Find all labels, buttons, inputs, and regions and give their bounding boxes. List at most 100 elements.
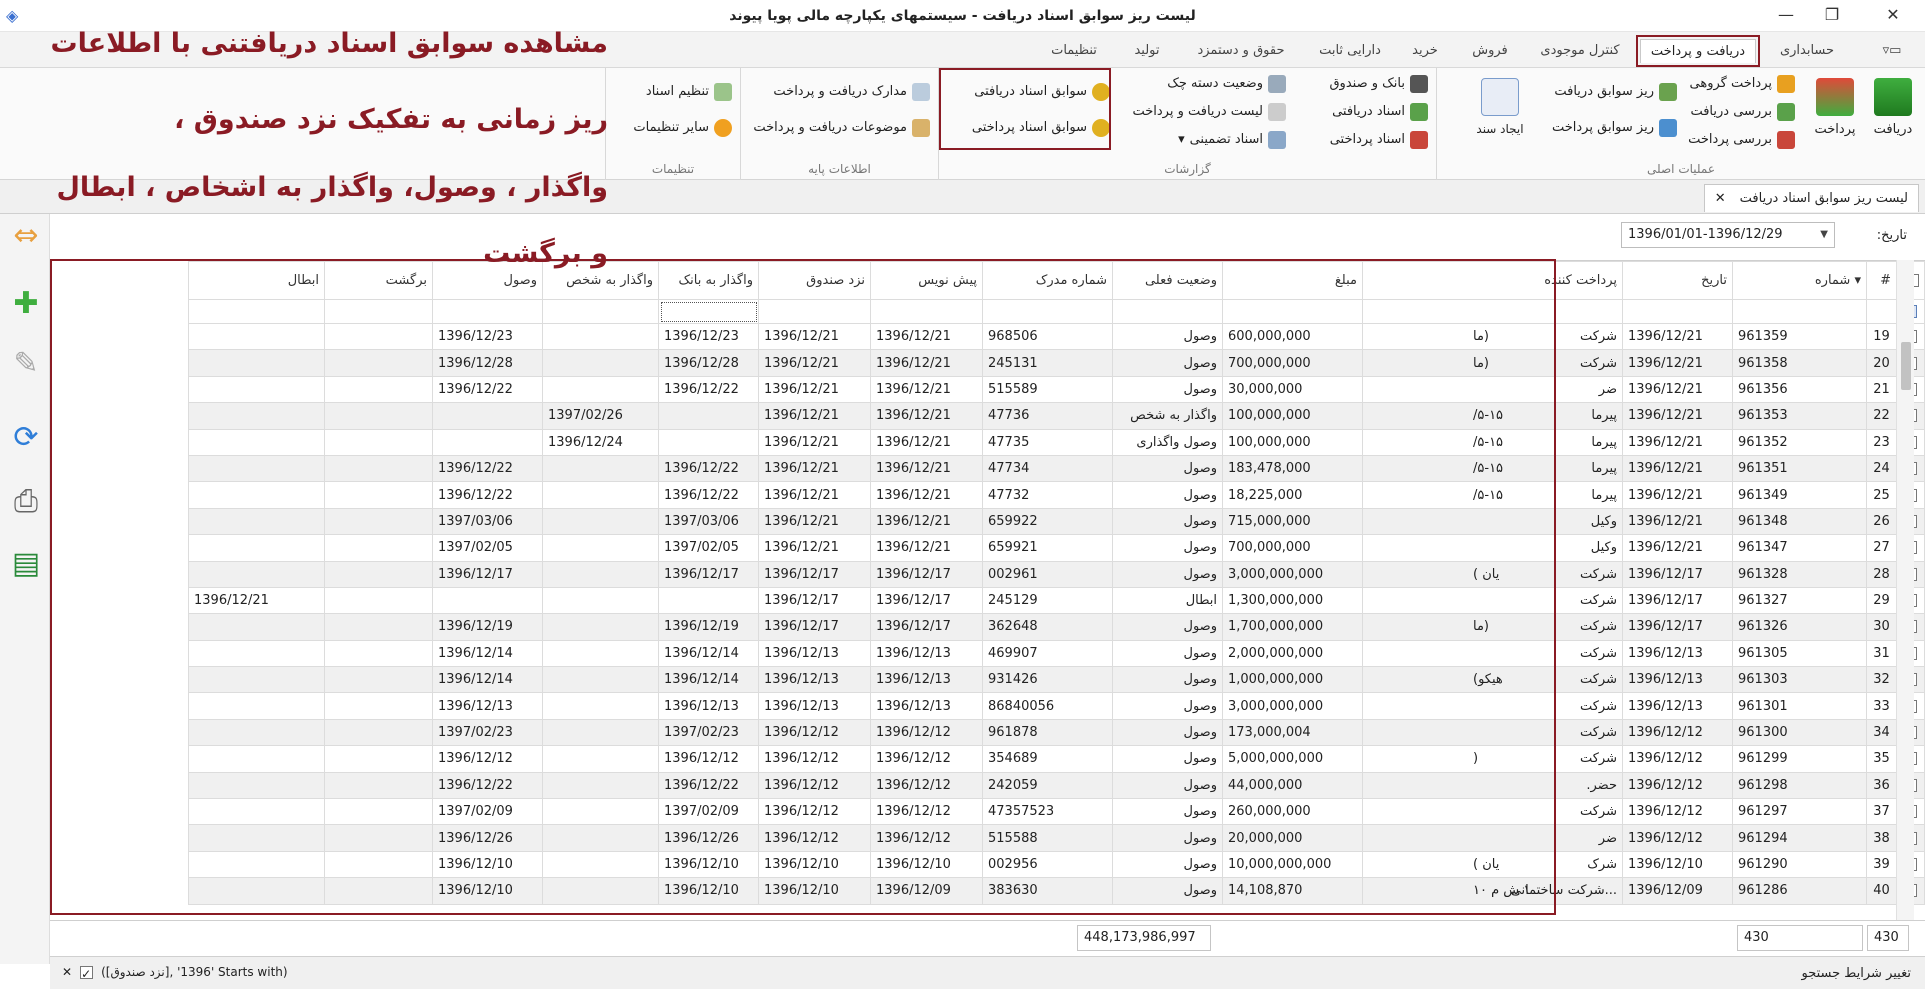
swap-arrows-icon[interactable]: ⇔ [8,218,44,254]
payer-name: شرکت [1579,751,1617,767]
pay-button[interactable]: پرداخت [1809,74,1861,154]
tab-receive-pay[interactable]: دریافت و پرداخت [1636,35,1760,67]
table-row[interactable]: 36 961298 1396/12/12 حضر. 44,000,000 وصول 2420… [188,771,1925,800]
filter-cell[interactable] [870,299,983,324]
table-row[interactable]: 39 961290 1396/12/10 شرک یان ) 10,000,000,000… [188,850,1925,879]
vertical-scrollbar[interactable] [1896,260,1914,920]
paid-docs-button[interactable]: اسناد پرداختی [1330,128,1428,152]
filter-cell[interactable] [1222,299,1363,324]
table-row[interactable]: 22 961353 1396/12/21 پیرما ۵-۱۵/100,000,000 و… [188,402,1925,430]
payer-name: حضر. [1586,777,1617,793]
pay-details-button[interactable]: ریز سوابق پرداخت [1552,116,1677,140]
col-header-amount[interactable]: مبلغ [1222,261,1363,300]
doc-tab[interactable]: لیست ریز سوابق اسناد دریافت ✕ [1703,184,1919,212]
table-row[interactable]: 29 961327 1396/12/17 شرکت 1,300,000,000 ابطال… [188,586,1925,615]
review-receive-button[interactable]: بررسی دریافت [1690,100,1795,124]
filter-enable-checkbox[interactable]: ✓ [80,965,94,981]
cell-doc-number: 362648 [982,613,1113,641]
table-row[interactable]: 34 961300 1396/12/12 شرکت 173,000,004 وصول 961… [188,718,1925,747]
pay-details-label: ریز سوابق پرداخت [1551,120,1654,135]
ribbon-toggle-icon[interactable]: ▭▿ [1870,39,1914,63]
filter-clear-icon[interactable]: ✕ [62,965,72,979]
maximize-button[interactable]: ❐ [1809,0,1855,32]
tab-payroll[interactable]: حقوق و دستمزد [1180,39,1302,63]
tab-production[interactable]: تولید [1122,39,1172,63]
col-header-number[interactable]: ▾ شماره [1732,261,1867,300]
review-pay-button[interactable]: بررسی پرداخت [1688,128,1795,152]
table-row[interactable]: 26 961348 1396/12/21 وکیل 715,000,000 وصول 659… [188,507,1925,536]
table-row[interactable]: 37 961297 1396/12/12 شرکت 260,000,000 وصول 473… [188,798,1925,826]
table-row[interactable]: 27 961347 1396/12/21 وکیل 700,000,000 وصول 659… [188,534,1925,562]
date-range-select[interactable]: 1396/01/01-1396/12/29 ▼ [1621,222,1835,248]
filter-cell[interactable] [982,299,1113,324]
tab-accounting[interactable]: حسابداری [1763,39,1851,63]
cell-payer: شرکت [1362,798,1623,826]
filter-cell[interactable] [542,299,659,324]
tab-inventory[interactable]: کنترل موجودی [1530,39,1630,63]
refresh-icon[interactable]: ⟳ [8,420,44,456]
receive-pay-docs-button[interactable]: مدارک دریافت و پرداخت [773,80,930,104]
filter-cell[interactable] [1622,299,1733,324]
cell-status: ابطال [1112,586,1223,615]
receive-pay-topics-button[interactable]: موضوعات دریافت و پرداخت [753,116,930,140]
table-row[interactable]: 32 961303 1396/12/13 شرکت هیکو) 1,000,000,000… [188,666,1925,694]
add-icon[interactable]: ✚ [8,286,44,322]
bank-cash-button[interactable]: بانک و صندوق [1329,72,1428,96]
table-row[interactable]: 24 961351 1396/12/21 پیرما ۵-۱۵/183,478,000 و… [188,454,1925,483]
col-header-draft[interactable]: پیش نویس [870,261,983,300]
receive-details-button[interactable]: ریز سوابق دریافت [1554,80,1677,104]
guarantee-docs-button[interactable]: اسناد تضمینی ▾ [1178,128,1286,152]
filter-cell[interactable] [758,299,871,324]
print-icon[interactable]: ⎙ [8,484,44,520]
col-header-void[interactable]: ابطال [188,261,325,300]
group-pay-button[interactable]: پرداخت گروهی [1690,72,1795,96]
receive-button[interactable]: دریافت [1867,74,1919,154]
filter-cell[interactable] [1112,299,1223,324]
table-row[interactable]: 20 961358 1396/12/21 شرکت (ما 700,000,000 وصول… [188,349,1925,377]
filter-cell[interactable] [188,299,325,324]
col-header-returned[interactable]: برگشت [324,261,433,300]
table-row[interactable]: 30 961326 1396/12/17 شرکت (ما 1,700,000,000 وص… [188,613,1925,641]
table-row[interactable]: 19 961359 1396/12/21 شرکت (ما 600,000,000 وصول… [188,322,1925,351]
col-header-status[interactable]: وضعیت فعلی [1112,261,1223,300]
filter-cell[interactable] [1866,299,1897,324]
doc-settings-button[interactable]: تنظیم اسناد [646,80,732,104]
table-row[interactable]: 23 961352 1396/12/21 پیرما ۵-۱۵/100,000,000 و… [188,428,1925,456]
filter-cell[interactable] [432,299,543,324]
table-row[interactable]: 38 961294 1396/12/12 ضر 20,000,000 وصول 515588… [188,824,1925,852]
tab-sales[interactable]: فروش [1460,39,1520,63]
col-header-index[interactable]: # [1866,261,1897,300]
create-doc-button[interactable]: ایجاد سند [1475,74,1525,154]
table-row[interactable]: 21 961356 1396/12/21 ضر 30,000,000 وصول 515589… [188,375,1925,404]
table-row[interactable]: 33 961301 1396/12/13 شرکت 3,000,000,000 وصول 8… [188,692,1925,720]
filter-cell[interactable] [658,299,759,324]
minimize-button[interactable]: — [1763,0,1809,32]
filter-cell[interactable] [1362,299,1623,324]
col-header-cashbox[interactable]: نزد صندوق [758,261,871,300]
tab-settings[interactable]: تنظیمات [1036,39,1112,63]
cell-returned [324,375,433,404]
col-header-to-bank[interactable]: واگذار به بانک [658,261,759,300]
table-row[interactable]: 31 961305 1396/12/13 شرکت 2,000,000,000 وصول 4… [188,639,1925,668]
table-row[interactable]: 35 961299 1396/12/12 شرکت(5,000,000,000 وصول… [188,745,1925,773]
receive-pay-list-button[interactable]: لیست دریافت و پرداخت [1132,100,1286,124]
change-criteria-link[interactable]: تغییر شرایط جستجو [1802,966,1911,981]
filter-cell[interactable] [324,299,433,324]
tab-purchase[interactable]: خرید [1400,39,1450,63]
scrollbar-thumb[interactable] [1901,342,1911,390]
table-row[interactable]: 25 961349 1396/12/21 پیرما ۵-۱۵/18,225,000 وص… [188,481,1925,509]
tab-fixed-assets[interactable]: دارایی ثابت [1310,39,1390,63]
received-docs-button[interactable]: اسناد دریافتی [1332,100,1428,124]
close-button[interactable]: ✕ [1870,0,1916,32]
col-header-doc-number[interactable]: شماره مدرک [982,261,1113,300]
other-settings-button[interactable]: سایر تنظیمات [633,116,732,140]
edit-icon[interactable]: ✎ [8,346,44,382]
checkbook-status-button[interactable]: وضعیت دسته چک [1167,72,1286,96]
doc-tab-close-icon[interactable]: ✕ [1715,186,1726,212]
table-row[interactable]: 40 961286 1396/12/09 ...شرکت ساختمانی ۱ ش م … [188,877,1925,905]
filter-cell[interactable] [1732,299,1867,324]
col-header-payer[interactable]: پرداخت کننده [1362,261,1623,300]
excel-export-icon[interactable]: ▤ [8,546,44,582]
col-header-date[interactable]: تاریخ [1622,261,1733,300]
table-row[interactable]: 28 961328 1396/12/17 شرکت یان ) 3,000,000,000… [188,560,1925,588]
